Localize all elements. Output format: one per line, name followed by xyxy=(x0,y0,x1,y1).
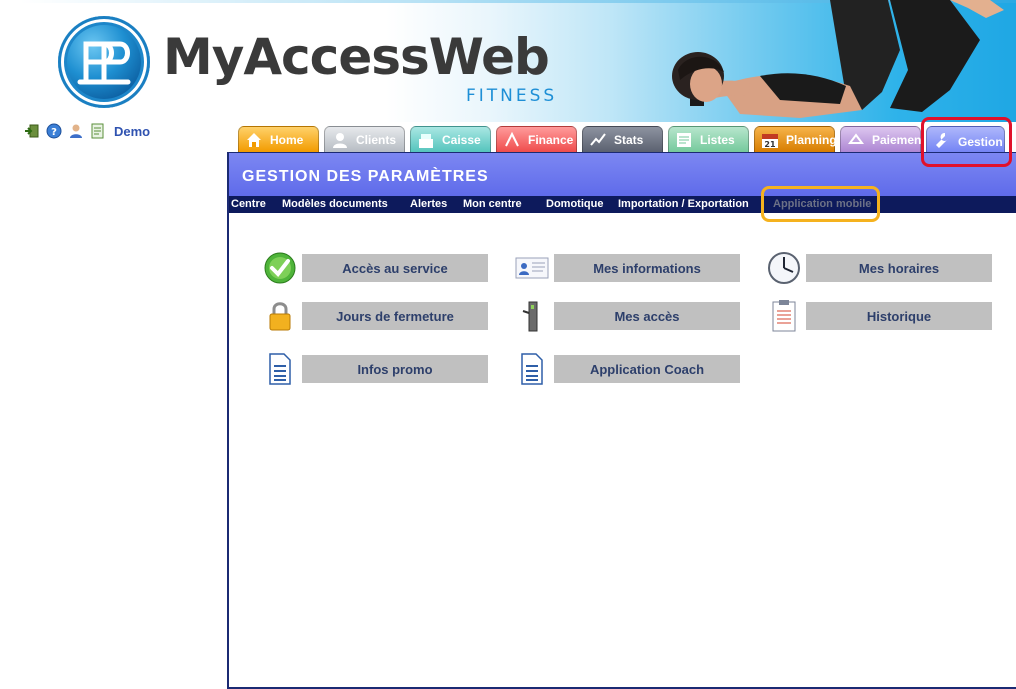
tab-label: Finance xyxy=(528,132,574,147)
chart-icon xyxy=(590,133,606,146)
header-banner: MyAccessWeb FITNESS xyxy=(0,0,1016,122)
checkmark-icon xyxy=(264,252,296,284)
tab-label: Home xyxy=(270,132,304,147)
turnstile-icon xyxy=(522,301,538,332)
document-icon[interactable] xyxy=(90,123,106,139)
brand-name: MyAccessWeb xyxy=(163,28,550,86)
infos-promo-button[interactable]: Infos promo xyxy=(302,355,488,383)
tab-label: Clients xyxy=(356,132,397,147)
finance-icon xyxy=(505,131,519,147)
subnav-centre[interactable]: Centre xyxy=(231,198,266,210)
brand-subtitle: FITNESS xyxy=(466,86,558,106)
tab-label: Stats xyxy=(614,132,644,147)
user-icon[interactable] xyxy=(68,123,84,139)
page-title: GESTION DES PARAMÈTRES xyxy=(229,153,1016,196)
list-icon xyxy=(677,133,691,147)
home-icon xyxy=(247,133,261,147)
person-icon xyxy=(333,133,347,148)
tab-clients[interactable]: Clients xyxy=(324,126,405,152)
mes-informations-button[interactable]: Mes informations xyxy=(554,254,740,282)
tab-label: Caisse xyxy=(442,132,481,147)
user-toolbar: ? Demo xyxy=(24,122,150,140)
acces-au-service-button[interactable]: Accès au service xyxy=(302,254,488,282)
subnav-alertes[interactable]: Alertes xyxy=(410,198,447,210)
clock-icon xyxy=(768,252,800,284)
cash-register-icon xyxy=(419,134,433,148)
payment-icon xyxy=(848,133,864,144)
user-label[interactable]: Demo xyxy=(114,124,150,139)
tab-paiements[interactable]: Paiements xyxy=(840,126,932,152)
tab-label: Planning xyxy=(786,132,837,147)
subnav-importation-exportation[interactable]: Importation / Exportation xyxy=(618,198,749,210)
app-root: MyAccessWeb FITNESS ? Demo Home Clients … xyxy=(0,0,1016,689)
tab-home[interactable]: Home xyxy=(238,126,319,152)
document-icon xyxy=(269,353,291,385)
subnav-mon-centre[interactable]: Mon centre xyxy=(463,198,522,210)
calendar-icon: 21 xyxy=(762,134,778,149)
mes-horaires-button[interactable]: Mes horaires xyxy=(806,254,992,282)
tab-finance[interactable]: Finance xyxy=(496,126,577,152)
historique-button[interactable]: Historique xyxy=(806,302,992,330)
tab-caisse[interactable]: Caisse xyxy=(410,126,491,152)
svg-text:?: ? xyxy=(51,127,57,138)
subnav-modeles-documents[interactable]: Modèles documents xyxy=(282,198,388,210)
clipboard-icon xyxy=(772,300,796,332)
application-mobile-highlight xyxy=(761,186,880,222)
exit-icon[interactable] xyxy=(24,123,40,139)
mes-acces-button[interactable]: Mes accès xyxy=(554,302,740,330)
tab-stats[interactable]: Stats xyxy=(582,126,663,152)
document-icon xyxy=(521,353,543,385)
subnav-domotique[interactable]: Domotique xyxy=(546,198,603,210)
sub-navigation: Centre Modèles documents Alertes Mon cen… xyxy=(229,196,1016,213)
main-panel: GESTION DES PARAMÈTRES Centre Modèles do… xyxy=(227,152,1016,689)
jours-de-fermeture-button[interactable]: Jours de fermeture xyxy=(302,302,488,330)
logo-icon xyxy=(58,16,150,108)
tab-planning[interactable]: 21 Planning xyxy=(754,126,837,152)
calendar-badge: 21 xyxy=(764,140,776,149)
athlete-illustration xyxy=(672,0,1004,118)
help-icon[interactable]: ? xyxy=(46,123,62,139)
application-coach-button[interactable]: Application Coach xyxy=(554,355,740,383)
id-card-icon xyxy=(515,257,549,279)
gestion-tab-highlight xyxy=(921,117,1012,167)
tab-listes[interactable]: Listes xyxy=(668,126,749,152)
padlock-icon xyxy=(269,302,291,331)
tab-label: Listes xyxy=(700,132,735,147)
